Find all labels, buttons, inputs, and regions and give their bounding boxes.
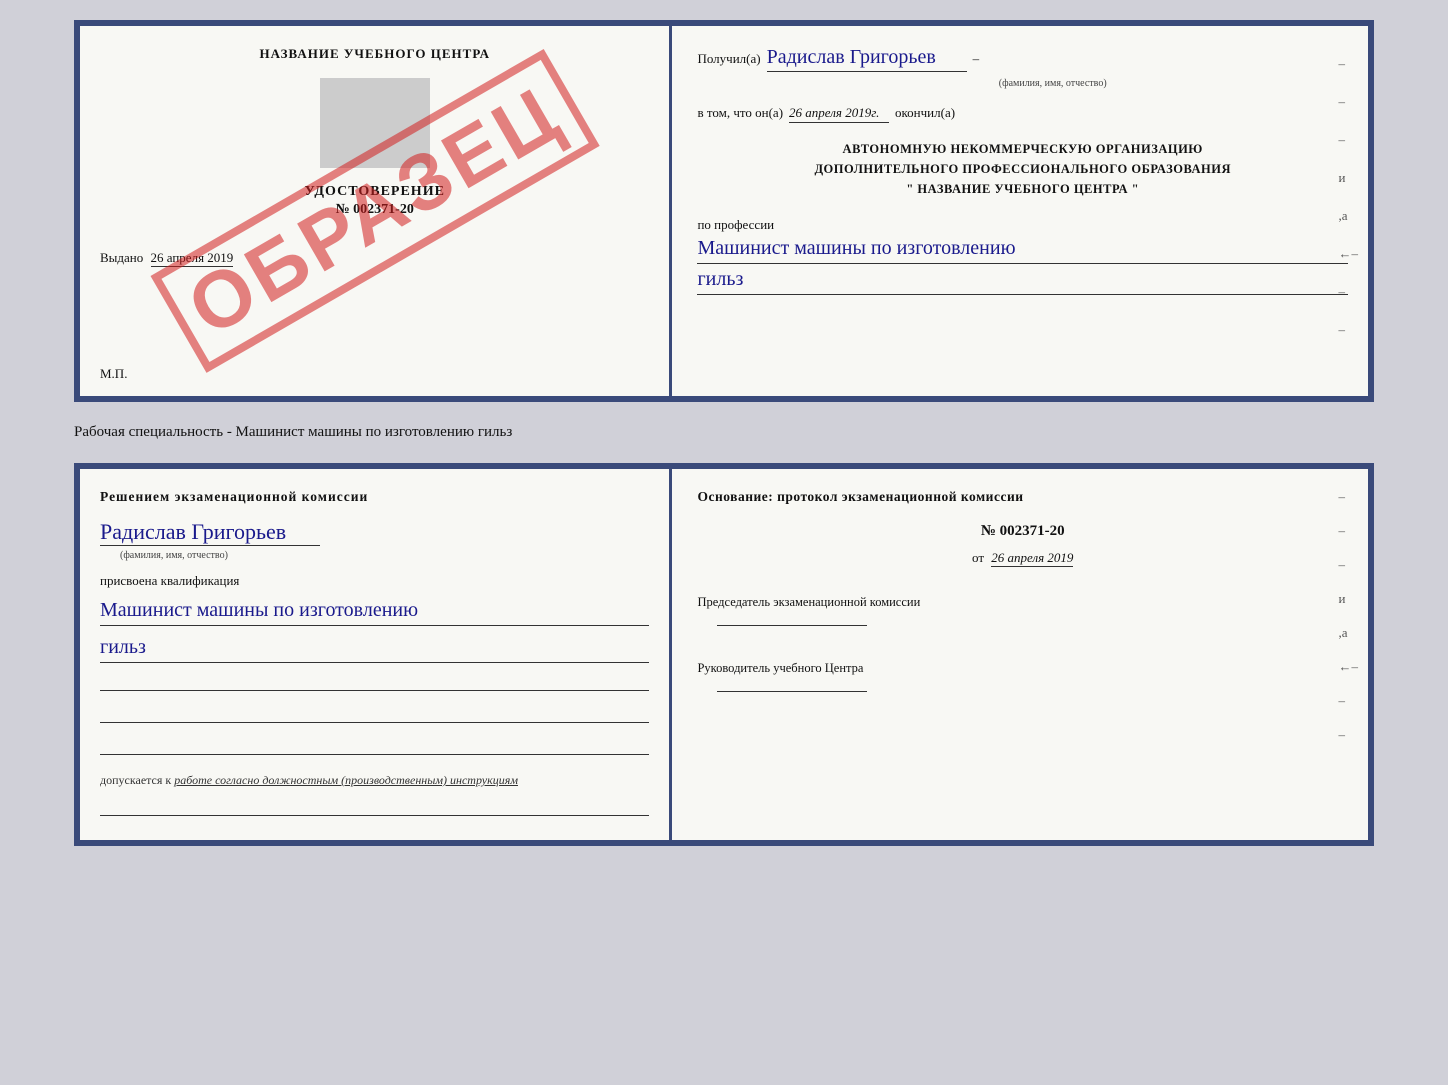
director-label: Руководитель учебного Центра [697,658,1348,678]
in-that-row: в том, что он(а) 26 апреля 2019г. окончи… [697,105,1348,123]
cert-subtitle: УДОСТОВЕРЕНИЕ [305,184,445,200]
bottom-document: Решением экзаменационной комиссии Радисл… [74,463,1374,846]
profession-cursive-2: гильз [697,264,1348,295]
received-name: Радислав Григорьев [767,46,967,72]
bottom-doc-right: Основание: протокол экзаменационной коми… [672,469,1368,840]
chairman-sig-line [717,625,867,626]
profession-cursive-1: Машинист машины по изготовлению [697,233,1348,264]
cert-number: № 002371-20 [336,202,414,218]
org-line2: ДОПОЛНИТЕЛЬНОГО ПРОФЕССИОНАЛЬНОГО ОБРАЗО… [697,159,1348,179]
received-label: Получил(а) [697,51,760,67]
cert-issued-date: 26 апреля 2019 [151,250,234,267]
underline-4 [100,798,649,816]
qualification-cursive-2: гильз [100,632,649,663]
in-that-label: в том, что он(а) [697,105,783,121]
cert-title: НАЗВАНИЕ УЧЕБНОГО ЦЕНТРА [259,46,490,62]
underline-2 [100,705,649,723]
right-dashes-bottom: – – – и ,а ←– – – [1338,489,1358,743]
допускается-value: работе согласно должностным (производств… [174,773,518,787]
director-sig-line [717,691,867,692]
qualification-label: присвоена квалификация [100,573,649,589]
protocol-date-value: 26 апреля 2019 [991,550,1073,567]
name-subtext: (фамилия, имя, отчество) [757,78,1348,89]
underline-3 [100,737,649,755]
org-block: АВТОНОМНУЮ НЕКОММЕРЧЕСКУЮ ОРГАНИЗАЦИЮ ДО… [697,139,1348,199]
допускается-label: допускается к [100,773,171,787]
top-doc-left: НАЗВАНИЕ УЧЕБНОГО ЦЕНТРА УДОСТОВЕРЕНИЕ №… [80,26,672,396]
protocol-date: от 26 апреля 2019 [697,550,1348,566]
допускается-block: допускается к работе согласно должностны… [100,773,649,788]
person-subtext: (фамилия, имя, отчество) [120,550,649,561]
chairman-block: Председатель экзаменационной комиссии [697,592,1348,632]
underline-1 [100,673,649,691]
cert-mp: М.П. [100,366,127,382]
person-name: Радислав Григорьев [100,519,320,546]
top-doc-right: Получил(а) Радислав Григорьев – (фамилия… [672,26,1368,396]
bottom-doc-left: Решением экзаменационной комиссии Радисл… [80,469,672,840]
dash1: – [973,51,980,67]
divider-label: Рабочая специальность - Машинист машины … [74,420,1374,445]
basis-title: Основание: протокол экзаменационной коми… [697,489,1348,505]
date-prefix: от [972,550,984,565]
profession-label: по профессии [697,217,774,232]
decision-title: Решением экзаменационной комиссии [100,489,649,505]
cert-photo [320,78,430,168]
date-value: 26 апреля 2019г. [789,105,889,123]
cert-issued: Выдано 26 апреля 2019 [100,250,649,266]
received-row: Получил(а) Радислав Григорьев – [697,46,1348,72]
person-row: Радислав Григорьев [100,519,649,546]
top-document: НАЗВАНИЕ УЧЕБНОГО ЦЕНТРА УДОСТОВЕРЕНИЕ №… [74,20,1374,402]
director-block: Руководитель учебного Центра [697,658,1348,698]
completed-label: окончил(а) [895,105,955,121]
chairman-label: Председатель экзаменационной комиссии [697,592,1348,612]
profession-block: по профессии Машинист машины по изготовл… [697,217,1348,295]
protocol-number: № 002371-20 [697,523,1348,540]
cert-issued-label: Выдано [100,250,143,265]
qualification-cursive-1: Машинист машины по изготовлению [100,595,649,626]
org-line3: " НАЗВАНИЕ УЧЕБНОГО ЦЕНТРА " [697,179,1348,199]
org-line1: АВТОНОМНУЮ НЕКОММЕРЧЕСКУЮ ОРГАНИЗАЦИЮ [697,139,1348,159]
right-dashes-top: – – – и ,а ←– – – [1338,56,1358,338]
